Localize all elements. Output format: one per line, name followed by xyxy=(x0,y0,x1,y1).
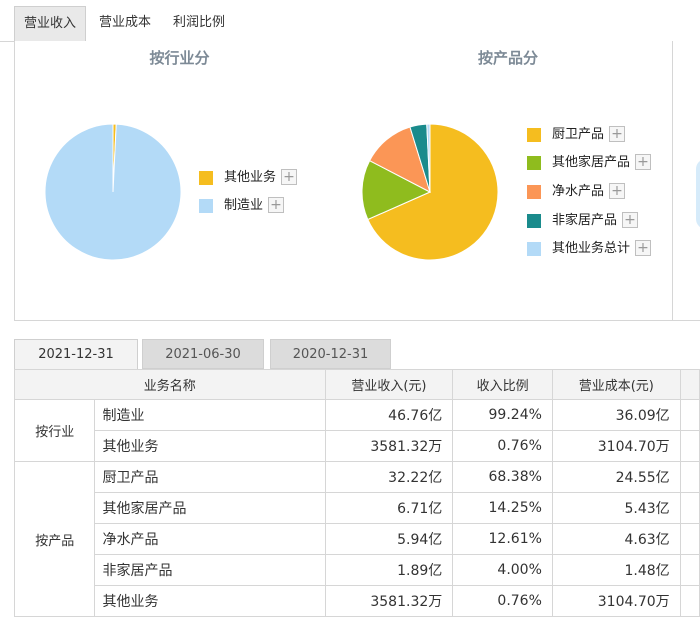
cell-ratio: 12.61% xyxy=(452,523,553,555)
table-header-row: 业务名称 营业收入(元) 收入比例 营业成本(元) xyxy=(14,369,700,400)
cell-ratio: 0.76% xyxy=(452,585,553,617)
cell-name: 其他家居产品 xyxy=(94,492,326,524)
cell-overflow xyxy=(679,492,700,524)
cell-name: 制造业 xyxy=(94,399,326,431)
tab-date-2021-06-30[interactable]: 2021-06-30 xyxy=(142,339,264,369)
expand-plus-icon[interactable]: + xyxy=(609,126,625,142)
cell-revenue: 3581.32万 xyxy=(324,430,454,462)
pie-chart-partial-edge xyxy=(696,159,700,229)
expand-plus-icon[interactable]: + xyxy=(635,240,651,256)
cell-cost: 1.48亿 xyxy=(551,554,681,586)
expand-plus-icon[interactable]: + xyxy=(609,183,625,199)
cell-revenue: 1.89亿 xyxy=(324,554,454,586)
tab-date-2021-12-31[interactable]: 2021-12-31 xyxy=(14,339,138,370)
cell-cost: 4.63亿 xyxy=(551,523,681,555)
cell-overflow xyxy=(679,399,700,431)
legend-swatch xyxy=(527,185,541,199)
legend-swatch xyxy=(199,171,213,185)
legend-label: 其他家居产品 xyxy=(552,155,631,170)
legend-label: 非家居产品 xyxy=(552,213,618,228)
chart-title-product: 按产品分 xyxy=(477,49,538,67)
group-label-industry: 按行业 xyxy=(13,399,96,462)
table-row: 其他家居产品 6.71亿 14.25% 5.43亿 xyxy=(15,492,700,524)
chart-title-industry: 按行业分 xyxy=(149,49,210,67)
cell-ratio: 68.38% xyxy=(452,461,553,493)
legend-item-other-total: 其他业务总计 + xyxy=(527,240,657,258)
tab-cost[interactable]: 营业成本 xyxy=(94,6,156,40)
legend-swatch xyxy=(527,242,541,256)
cell-ratio: 99.24% xyxy=(452,399,553,431)
legend-item-kitchen: 厨卫产品 + xyxy=(527,126,657,144)
cell-overflow xyxy=(679,585,700,617)
legend-label: 厨卫产品 xyxy=(552,127,605,142)
tab-date-2020-12-31[interactable]: 2020-12-31 xyxy=(270,339,391,369)
legend-label: 净水产品 xyxy=(552,184,605,199)
tab-revenue[interactable]: 营业收入 xyxy=(14,6,86,42)
cell-name: 其他业务 xyxy=(94,585,326,617)
expand-plus-icon[interactable]: + xyxy=(268,197,284,213)
legend-item-water: 净水产品 + xyxy=(527,183,657,201)
group-label-product: 按产品 xyxy=(13,461,96,617)
header-overflow xyxy=(679,369,700,400)
header-cost: 营业成本(元) xyxy=(551,369,681,400)
chart-panel-partial xyxy=(673,41,700,321)
legend-label: 其他业务总计 xyxy=(552,241,631,256)
cell-overflow xyxy=(679,430,700,462)
legend-swatch xyxy=(199,199,213,213)
legend-swatch xyxy=(527,214,541,228)
cell-name: 净水产品 xyxy=(94,523,326,555)
pie-chart-product xyxy=(361,123,499,261)
cell-cost: 36.09亿 xyxy=(551,399,681,431)
legend-label: 其他业务 xyxy=(224,170,277,185)
table-row: 净水产品 5.94亿 12.61% 4.63亿 xyxy=(15,523,700,555)
cell-name: 其他业务 xyxy=(94,430,326,462)
cell-cost: 24.55亿 xyxy=(551,461,681,493)
expand-plus-icon[interactable]: + xyxy=(635,154,651,170)
legend-item-other-home: 其他家居产品 + xyxy=(527,154,657,172)
tab-profit-ratio[interactable]: 利润比例 xyxy=(168,6,230,40)
chart-panel-product: 按产品分 厨卫产品 + 其他家居产品 + 净水产品 + 非家居产品 + 其他业务… xyxy=(344,41,673,321)
header-business-name: 业务名称 xyxy=(14,369,326,400)
chart-panel-industry: 按行业分 其他业务 + 制造业 + xyxy=(14,41,345,321)
cell-name: 厨卫产品 xyxy=(94,461,326,493)
table-row: 其他业务 3581.32万 0.76% 3104.70万 xyxy=(15,430,700,462)
pie-chart-industry xyxy=(44,123,182,261)
legend-item-non-home: 非家居产品 + xyxy=(527,212,657,230)
cell-ratio: 4.00% xyxy=(452,554,553,586)
top-tab-bar: 营业收入 营业成本 利润比例 xyxy=(0,0,700,42)
table-row: 按产品 厨卫产品 32.22亿 68.38% 24.55亿 xyxy=(13,461,700,617)
table-row: 按行业 制造业 46.76亿 99.24% 36.09亿 xyxy=(13,399,700,462)
cell-cost: 5.43亿 xyxy=(551,492,681,524)
cell-revenue: 3581.32万 xyxy=(324,585,454,617)
cell-cost: 3104.70万 xyxy=(551,585,681,617)
cell-overflow xyxy=(679,461,700,493)
legend-item-other-business: 其他业务 + xyxy=(199,169,309,187)
header-revenue: 营业收入(元) xyxy=(324,369,454,400)
cell-revenue: 5.94亿 xyxy=(324,523,454,555)
table-row: 非家居产品 1.89亿 4.00% 1.48亿 xyxy=(15,554,700,586)
cell-overflow xyxy=(679,523,700,555)
cell-revenue: 6.71亿 xyxy=(324,492,454,524)
cell-revenue: 32.22亿 xyxy=(324,461,454,493)
legend-item-manufacturing: 制造业 + xyxy=(199,197,309,215)
cell-cost: 3104.70万 xyxy=(551,430,681,462)
expand-plus-icon[interactable]: + xyxy=(281,169,297,185)
cell-ratio: 14.25% xyxy=(452,492,553,524)
pie-slice-1[interactable] xyxy=(44,123,182,261)
cell-name: 非家居产品 xyxy=(94,554,326,586)
revenue-breakdown-table: 业务名称 营业收入(元) 收入比例 营业成本(元) 按行业 制造业 46.76亿… xyxy=(13,369,700,617)
cell-ratio: 0.76% xyxy=(452,430,553,462)
legend-swatch xyxy=(527,128,541,142)
table-row: 其他业务 3581.32万 0.76% 3104.70万 xyxy=(15,585,700,617)
expand-plus-icon[interactable]: + xyxy=(622,212,638,228)
header-revenue-ratio: 收入比例 xyxy=(452,369,553,400)
legend-label: 制造业 xyxy=(224,198,264,213)
legend-swatch xyxy=(527,156,541,170)
cell-revenue: 46.76亿 xyxy=(324,399,454,431)
cell-overflow xyxy=(679,554,700,586)
